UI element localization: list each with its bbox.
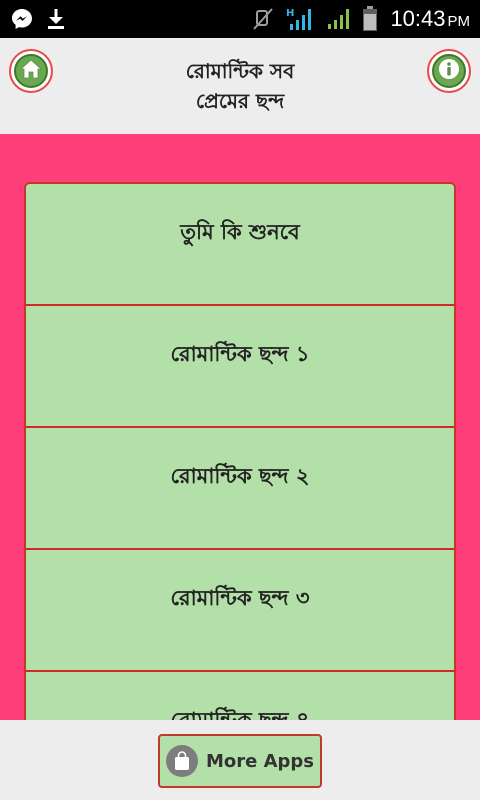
mute-icon	[252, 7, 274, 31]
info-button-inner	[432, 54, 466, 88]
info-icon	[438, 58, 460, 84]
bottom-bar: More Apps	[0, 720, 480, 800]
home-icon	[19, 59, 43, 83]
status-bar: H 10:43 PM	[0, 0, 480, 38]
network-type-label: H	[286, 8, 294, 19]
status-right: H 10:43 PM	[252, 6, 470, 32]
signal-icon	[326, 7, 350, 31]
list-item[interactable]: রোমান্টিক ছন্দ ১	[26, 306, 454, 428]
list-item[interactable]: রোমান্টিক ছন্দ ৩	[26, 550, 454, 672]
list-item-label: রোমান্টিক ছন্দ ৩	[170, 586, 310, 610]
clock-ampm: PM	[447, 13, 471, 30]
status-clock: 10:43 PM	[390, 6, 470, 32]
more-apps-label: More Apps	[205, 750, 315, 772]
signal-h-icon: H	[286, 6, 314, 32]
list-item-label: রোমান্টিক ছন্দ ২	[170, 464, 310, 488]
list-item-label: রোমান্টিক ছন্দ ১	[170, 342, 310, 366]
page-title-line1: রোমান্টিক সব	[185, 59, 295, 83]
chapter-list: তুমি কি শুনবে রোমান্টিক ছন্দ ১ রোমান্টিক…	[24, 182, 456, 720]
info-button[interactable]	[427, 49, 471, 93]
page-title: রোমান্টিক সব প্রেমের ছন্দ	[90, 56, 390, 116]
list-item[interactable]: রোমান্টিক ছন্দ ৪	[26, 672, 454, 720]
list-item[interactable]: রোমান্টিক ছন্দ ২	[26, 428, 454, 550]
list-item-label: রোমান্টিক ছন্দ ৪	[170, 708, 310, 720]
clock-time: 10:43	[390, 6, 446, 31]
messenger-icon	[10, 7, 34, 31]
page-title-line2: প্রেমের ছন্দ	[195, 89, 285, 113]
list-item-label: তুমি কি শুনবে	[180, 220, 300, 244]
app-header: রোমান্টিক সব প্রেমের ছন্দ	[0, 38, 480, 134]
list-item[interactable]: তুমি কি শুনবে	[26, 184, 454, 306]
home-button[interactable]	[9, 49, 53, 93]
download-icon	[46, 8, 66, 30]
status-left	[10, 7, 66, 31]
more-apps-button[interactable]: More Apps	[158, 734, 322, 788]
battery-icon	[362, 6, 378, 32]
home-button-inner	[14, 54, 48, 88]
shopping-bag-icon	[165, 745, 198, 777]
